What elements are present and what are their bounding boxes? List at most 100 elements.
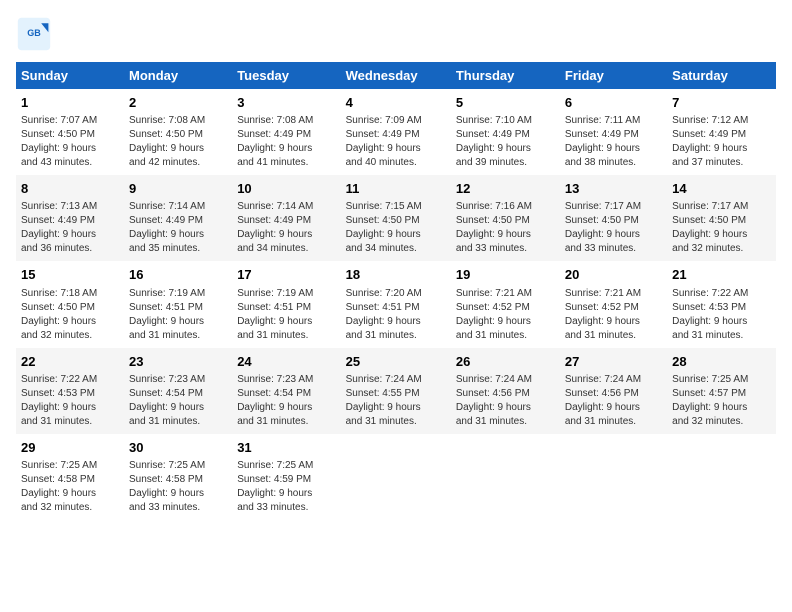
calendar-cell [667, 434, 776, 520]
day-info: Sunrise: 7:16 AMSunset: 4:50 PMDaylight:… [456, 200, 555, 256]
calendar-cell: 30 Sunrise: 7:25 AMSunset: 4:58 PMDayligh… [124, 434, 232, 520]
day-info: Sunrise: 7:21 AMSunset: 4:52 PMDaylight:… [565, 287, 662, 343]
day-info: Sunrise: 7:22 AMSunset: 4:53 PMDaylight:… [21, 373, 119, 429]
header-saturday: Saturday [667, 62, 776, 89]
calendar-cell: 29 Sunrise: 7:25 AMSunset: 4:58 PMDayligh… [16, 434, 124, 520]
day-info: Sunrise: 7:10 AMSunset: 4:49 PMDaylight:… [456, 114, 555, 170]
day-number: 14 [672, 180, 771, 198]
calendar-week-1: 1 Sunrise: 7:07 AMSunset: 4:50 PMDaylight… [16, 89, 776, 175]
day-info: Sunrise: 7:20 AMSunset: 4:51 PMDaylight:… [346, 287, 446, 343]
day-number: 28 [672, 353, 771, 371]
day-info: Sunrise: 7:24 AMSunset: 4:56 PMDaylight:… [565, 373, 662, 429]
day-info: Sunrise: 7:17 AMSunset: 4:50 PMDaylight:… [672, 200, 771, 256]
day-number: 16 [129, 266, 227, 284]
calendar-cell: 22 Sunrise: 7:22 AMSunset: 4:53 PMDayligh… [16, 348, 124, 434]
header-thursday: Thursday [451, 62, 560, 89]
day-number: 22 [21, 353, 119, 371]
day-number: 25 [346, 353, 446, 371]
calendar-cell [560, 434, 667, 520]
calendar-week-3: 15Sunrise: 7:18 AMSunset: 4:50 PMDayligh… [16, 261, 776, 347]
day-number: 17 [237, 266, 335, 284]
day-number: 11 [346, 180, 446, 198]
calendar-cell: 16 Sunrise: 7:19 AMSunset: 4:51 PMDayligh… [124, 261, 232, 347]
logo: GB [16, 16, 56, 52]
day-number: 10 [237, 180, 335, 198]
day-info: Sunrise: 7:25 AMSunset: 4:57 PMDaylight:… [672, 373, 771, 429]
day-info: Sunrise: 7:23 AMSunset: 4:54 PMDaylight:… [237, 373, 335, 429]
logo-icon: GB [16, 16, 52, 52]
day-number: 31 [237, 439, 335, 457]
day-info: Sunrise: 7:21 AMSunset: 4:52 PMDaylight:… [456, 287, 555, 343]
calendar-cell: 1 Sunrise: 7:07 AMSunset: 4:50 PMDaylight… [16, 89, 124, 175]
calendar-cell: 8 Sunrise: 7:13 AMSunset: 4:49 PMDaylight… [16, 175, 124, 261]
day-info: Sunrise: 7:12 AMSunset: 4:49 PMDaylight:… [672, 114, 771, 170]
calendar-cell: 18 Sunrise: 7:20 AMSunset: 4:51 PMDayligh… [341, 261, 451, 347]
calendar-cell: 12 Sunrise: 7:16 AMSunset: 4:50 PMDayligh… [451, 175, 560, 261]
calendar-cell: 21 Sunrise: 7:22 AMSunset: 4:53 PMDayligh… [667, 261, 776, 347]
calendar-cell: 31 Sunrise: 7:25 AMSunset: 4:59 PMDayligh… [232, 434, 340, 520]
day-info: Sunrise: 7:23 AMSunset: 4:54 PMDaylight:… [129, 373, 227, 429]
day-info: Sunrise: 7:24 AMSunset: 4:55 PMDaylight:… [346, 373, 446, 429]
day-info: Sunrise: 7:17 AMSunset: 4:50 PMDaylight:… [565, 200, 662, 256]
header-friday: Friday [560, 62, 667, 89]
calendar-cell: 17Sunrise: 7:19 AMSunset: 4:51 PMDayligh… [232, 261, 340, 347]
calendar-cell: 27 Sunrise: 7:24 AMSunset: 4:56 PMDayligh… [560, 348, 667, 434]
calendar-cell: 11 Sunrise: 7:15 AMSunset: 4:50 PMDayligh… [341, 175, 451, 261]
day-info: Sunrise: 7:22 AMSunset: 4:53 PMDaylight:… [672, 287, 771, 343]
header-tuesday: Tuesday [232, 62, 340, 89]
calendar-cell: 25 Sunrise: 7:24 AMSunset: 4:55 PMDayligh… [341, 348, 451, 434]
day-info: Sunrise: 7:14 AMSunset: 4:49 PMDaylight:… [129, 200, 227, 256]
calendar-cell: 3 Sunrise: 7:08 AMSunset: 4:49 PMDaylight… [232, 89, 340, 175]
calendar-cell: 24 Sunrise: 7:23 AMSunset: 4:54 PMDayligh… [232, 348, 340, 434]
day-number: 9 [129, 180, 227, 198]
header-monday: Monday [124, 62, 232, 89]
calendar-cell: 14 Sunrise: 7:17 AMSunset: 4:50 PMDayligh… [667, 175, 776, 261]
day-info: Sunrise: 7:13 AMSunset: 4:49 PMDaylight:… [21, 200, 119, 256]
day-number: 4 [346, 94, 446, 112]
calendar-cell: 10 Sunrise: 7:14 AMSunset: 4:49 PMDayligh… [232, 175, 340, 261]
calendar-cell: 6Sunrise: 7:11 AMSunset: 4:49 PMDaylight… [560, 89, 667, 175]
day-number: 8 [21, 180, 119, 198]
day-number: 3 [237, 94, 335, 112]
day-number: 7 [672, 94, 771, 112]
day-info: Sunrise: 7:15 AMSunset: 4:50 PMDaylight:… [346, 200, 446, 256]
day-info: Sunrise: 7:19 AMSunset: 4:51 PMDaylight:… [129, 287, 227, 343]
calendar-header-row: SundayMondayTuesdayWednesdayThursdayFrid… [16, 62, 776, 89]
calendar-cell: 23Sunrise: 7:23 AMSunset: 4:54 PMDayligh… [124, 348, 232, 434]
calendar-cell: 2 Sunrise: 7:08 AMSunset: 4:50 PMDaylight… [124, 89, 232, 175]
day-info: Sunrise: 7:25 AMSunset: 4:59 PMDaylight:… [237, 459, 335, 515]
calendar-cell: 15Sunrise: 7:18 AMSunset: 4:50 PMDayligh… [16, 261, 124, 347]
day-number: 24 [237, 353, 335, 371]
calendar-cell: 28 Sunrise: 7:25 AMSunset: 4:57 PMDayligh… [667, 348, 776, 434]
day-number: 13 [565, 180, 662, 198]
day-info: Sunrise: 7:08 AMSunset: 4:50 PMDaylight:… [129, 114, 227, 170]
day-number: 29 [21, 439, 119, 457]
day-info: Sunrise: 7:09 AMSunset: 4:49 PMDaylight:… [346, 114, 446, 170]
day-number: 2 [129, 94, 227, 112]
day-info: Sunrise: 7:14 AMSunset: 4:49 PMDaylight:… [237, 200, 335, 256]
day-number: 15 [21, 266, 119, 284]
calendar-cell: 26 Sunrise: 7:24 AMSunset: 4:56 PMDayligh… [451, 348, 560, 434]
day-info: Sunrise: 7:24 AMSunset: 4:56 PMDaylight:… [456, 373, 555, 429]
page-header: GB [16, 16, 776, 52]
day-number: 1 [21, 94, 119, 112]
calendar-cell: 19Sunrise: 7:21 AMSunset: 4:52 PMDayligh… [451, 261, 560, 347]
day-info: Sunrise: 7:08 AMSunset: 4:49 PMDaylight:… [237, 114, 335, 170]
day-number: 21 [672, 266, 771, 284]
day-info: Sunrise: 7:11 AMSunset: 4:49 PMDaylight:… [565, 114, 662, 170]
day-number: 5 [456, 94, 555, 112]
day-info: Sunrise: 7:25 AMSunset: 4:58 PMDaylight:… [21, 459, 119, 515]
day-number: 30 [129, 439, 227, 457]
day-info: Sunrise: 7:25 AMSunset: 4:58 PMDaylight:… [129, 459, 227, 515]
day-number: 26 [456, 353, 555, 371]
day-number: 18 [346, 266, 446, 284]
day-number: 20 [565, 266, 662, 284]
day-number: 12 [456, 180, 555, 198]
day-info: Sunrise: 7:07 AMSunset: 4:50 PMDaylight:… [21, 114, 119, 170]
calendar-week-2: 8 Sunrise: 7:13 AMSunset: 4:49 PMDaylight… [16, 175, 776, 261]
calendar-cell: 4 Sunrise: 7:09 AMSunset: 4:49 PMDaylight… [341, 89, 451, 175]
day-number: 27 [565, 353, 662, 371]
calendar-week-4: 22 Sunrise: 7:22 AMSunset: 4:53 PMDayligh… [16, 348, 776, 434]
calendar-cell [341, 434, 451, 520]
calendar-cell: 7 Sunrise: 7:12 AMSunset: 4:49 PMDaylight… [667, 89, 776, 175]
